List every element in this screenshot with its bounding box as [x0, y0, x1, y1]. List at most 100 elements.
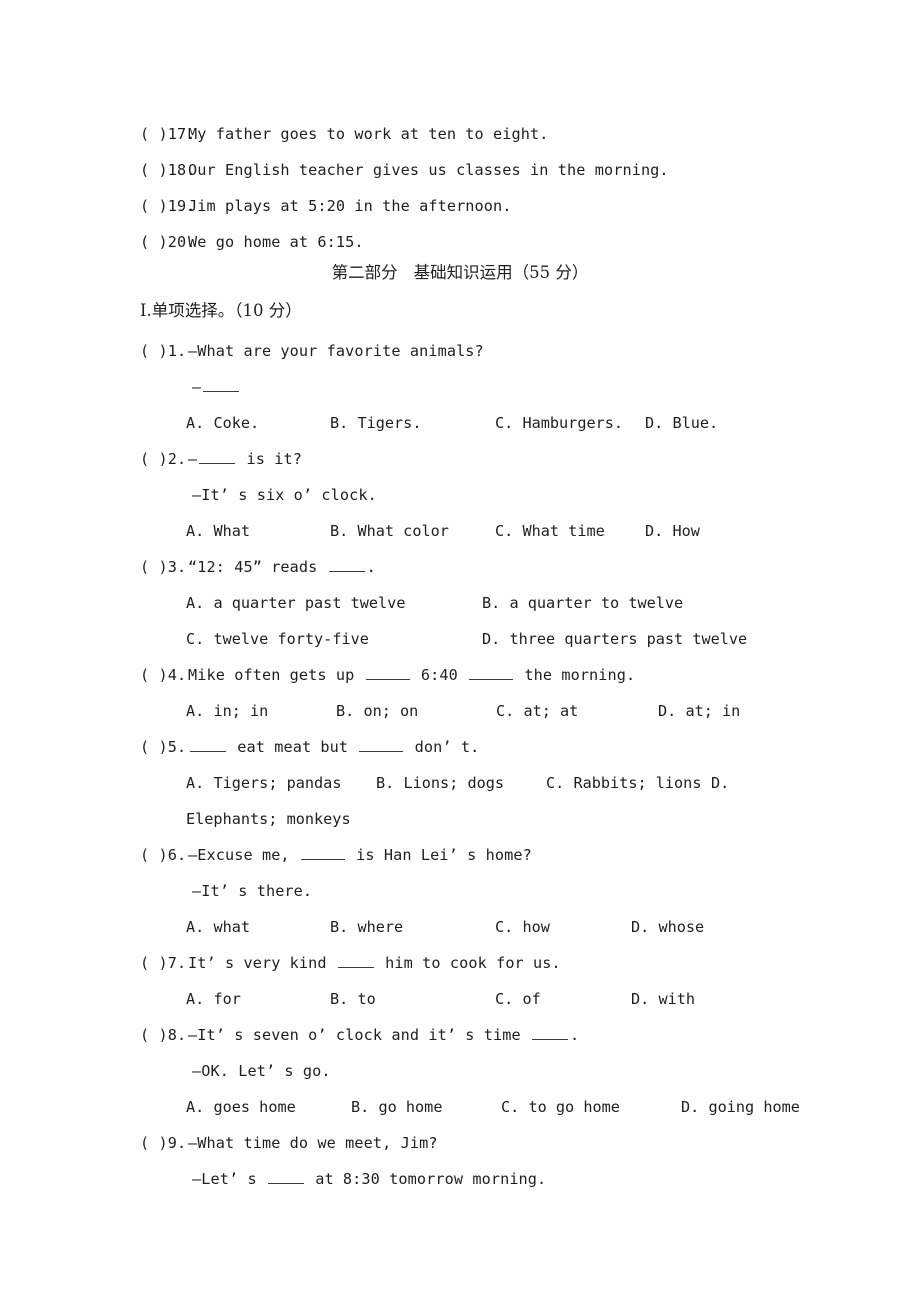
option-letter: B.	[482, 594, 501, 612]
option-letter: D.	[631, 990, 650, 1008]
question-5-text-mid: eat meat but	[228, 738, 358, 756]
option-text: at; at	[523, 702, 579, 720]
option-letter: B.	[330, 414, 349, 432]
option-letter: D.	[658, 702, 677, 720]
question-3-option-c: C. twelve forty-five	[186, 625, 482, 654]
question-8-option-d: D. going home	[681, 1093, 800, 1122]
question-7-marker: ( )7.	[140, 954, 187, 972]
option-text: for	[213, 990, 241, 1008]
question-5-stem: ( )5. eat meat but don’ t.	[140, 733, 780, 762]
option-letter: C.	[501, 1098, 520, 1116]
question-5-marker: ( )5.	[140, 738, 187, 756]
question-5-option-d-text: Elephants; monkeys	[186, 805, 351, 834]
item-marker-19: ( )19.	[140, 197, 196, 215]
option-text: to	[357, 990, 376, 1008]
option-text: Hamburgers.	[522, 414, 624, 432]
option-text: Tigers; pandas	[213, 774, 342, 792]
section-points-label: （55 分）	[512, 263, 589, 282]
option-letter: B.	[376, 774, 395, 792]
question-4-option-d: D. at; in	[658, 697, 740, 726]
option-text: going home	[708, 1098, 800, 1116]
question-3-options-row-2: C. twelve forty-five D. three quarters pa…	[186, 625, 747, 654]
question-5-option-d-letter: D.	[711, 769, 729, 798]
option-text: where	[357, 918, 404, 936]
question-4-option-c: C. at; at	[496, 697, 658, 726]
question-8-blank	[532, 1026, 569, 1040]
question-6-options: A. what B. where C. how D. whose	[186, 913, 704, 942]
question-3-option-d: D. three quarters past twelve	[482, 625, 747, 654]
question-2-text-before: —	[188, 450, 198, 468]
option-letter: C.	[495, 990, 514, 1008]
item-text-17: My father goes to work at ten to eight.	[188, 125, 549, 143]
question-9-marker: ( )9.	[140, 1134, 187, 1152]
section-name-label: 基础知识运用	[413, 263, 513, 282]
question-3-option-a: A. a quarter past twelve	[186, 589, 482, 618]
question-6-blank	[300, 846, 345, 860]
option-letter: A.	[186, 414, 205, 432]
question-4-text-mid: 6:40	[411, 666, 468, 684]
question-4-option-b: B. on; on	[336, 697, 496, 726]
question-1-option-b: B. Tigers.	[330, 409, 495, 438]
option-text: goes home	[213, 1098, 296, 1116]
question-1-reply-dash: —	[192, 378, 202, 396]
question-6-option-a: A. what	[186, 913, 330, 942]
question-9-reply: —Let’ s at 8:30 tomorrow morning.	[192, 1165, 792, 1194]
option-text: go home	[378, 1098, 443, 1116]
question-2-option-b: B. What color	[330, 517, 495, 546]
question-8-marker: ( )8.	[140, 1026, 187, 1044]
question-8-text-before: —It’ s seven o’ clock and it’ s time	[188, 1026, 531, 1044]
option-text: how	[522, 918, 550, 936]
option-letter: C.	[495, 918, 514, 936]
item-marker-20: ( )20.	[140, 233, 196, 251]
item-text-18: Our English teacher gives us classes in …	[188, 161, 669, 179]
question-6-text-after: is Han Lei’ s home?	[346, 846, 532, 864]
question-1-text: —What are your favorite animals?	[188, 342, 484, 360]
option-letter: A.	[186, 990, 205, 1008]
question-2-marker: ( )2.	[140, 450, 187, 468]
question-6-reply: —It’ s there.	[192, 877, 792, 906]
question-7-text-before: It’ s very kind	[188, 954, 336, 972]
question-6-reply-text: —It’ s there.	[192, 882, 313, 900]
question-2-option-d: D. How	[645, 517, 700, 546]
option-letter: D.	[645, 522, 664, 540]
question-8-reply: —OK. Let’ s go.	[192, 1057, 792, 1086]
option-letter: D.	[645, 414, 664, 432]
part-heading-text: .单项选择。	[146, 301, 235, 320]
item-marker-18: ( )18.	[140, 161, 196, 179]
option-letter: A.	[186, 702, 205, 720]
question-3-options-row-1: A. a quarter past twelve B. a quarter to …	[186, 589, 683, 618]
question-5-options-row-2: Elephants; monkeys	[186, 805, 351, 834]
option-text: Rabbits; lions	[573, 774, 702, 792]
question-4-text-before: Mike often gets up	[188, 666, 364, 684]
question-1-option-c: C. Hamburgers.	[495, 409, 645, 438]
option-text: Blue.	[672, 414, 719, 432]
option-letter: A.	[186, 774, 205, 792]
option-letter: B.	[336, 702, 355, 720]
question-7-blank	[337, 954, 374, 968]
option-letter: C.	[495, 414, 514, 432]
question-5-option-b: B. Lions; dogs	[376, 769, 546, 798]
option-text: on; on	[363, 702, 419, 720]
question-3-option-b: B. a quarter to twelve	[482, 589, 683, 618]
question-7-options: A. for B. to C. of D. with	[186, 985, 695, 1014]
question-2-options: A. What B. What color C. What time D. How	[186, 517, 700, 546]
listening-item-18: ( )18.Our English teacher gives us class…	[140, 156, 780, 185]
option-letter: A.	[186, 918, 205, 936]
question-5-text-after: don’ t.	[405, 738, 480, 756]
item-text-19: Jim plays at 5:20 in the afternoon.	[188, 197, 512, 215]
question-3-text-before: “12: 45” reads	[188, 558, 327, 576]
question-8-stem: ( )8. —It’ s seven o’ clock and it’ s tim…	[140, 1021, 780, 1050]
option-letter: C.	[186, 630, 205, 648]
option-text: a quarter to twelve	[509, 594, 684, 612]
question-6-marker: ( )6.	[140, 846, 187, 864]
question-1-options: A. Coke. B. Tigers. C. Hamburgers. D. Blue.	[186, 409, 718, 438]
option-text: whose	[658, 918, 705, 936]
option-text: with	[658, 990, 696, 1008]
option-text: What time	[522, 522, 605, 540]
option-letter: A.	[186, 1098, 205, 1116]
question-4-options: A. in; in B. on; on C. at; at D. at; in	[186, 697, 740, 726]
option-text: at; in	[685, 702, 741, 720]
question-7-text-after: him to cook for us.	[375, 954, 561, 972]
option-letter: C.	[496, 702, 515, 720]
option-text: Coke.	[213, 414, 260, 432]
